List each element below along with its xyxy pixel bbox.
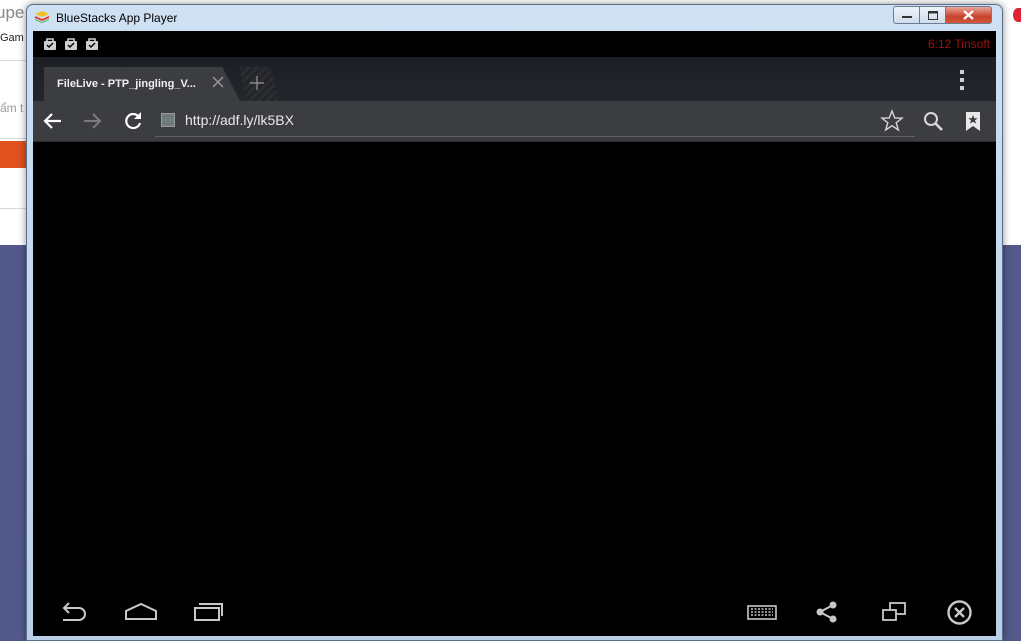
browser-tab-strip: FileLive - PTP_jingling_V... (33, 57, 996, 101)
browser-tab[interactable]: FileLive - PTP_jingling_V... (44, 67, 240, 101)
bag-icon (65, 38, 77, 50)
share-icon[interactable] (814, 599, 840, 625)
background-text-fragment: Gam (0, 32, 24, 44)
exit-icon[interactable] (946, 599, 973, 626)
close-icon (963, 10, 974, 20)
background-text-fragment: upe (0, 3, 25, 22)
bag-icon (44, 38, 56, 50)
minimize-icon (901, 16, 912, 18)
bag-icon (86, 38, 98, 50)
bluestacks-logo-icon (35, 11, 49, 23)
minimize-button[interactable] (893, 6, 920, 24)
refresh-icon[interactable] (121, 109, 145, 133)
tab-title: FileLive - PTP_jingling_V... (57, 78, 196, 90)
bluestacks-window: BlueStacks App Player 6:12 Tinsoft FileL… (26, 4, 1003, 641)
android-navigation-bar (33, 591, 996, 636)
window-resize-icon[interactable] (880, 599, 908, 625)
back-icon[interactable] (57, 599, 89, 625)
maximize-icon (927, 10, 938, 20)
window-controls (893, 6, 992, 25)
site-favicon-icon (161, 113, 175, 127)
url-input[interactable]: http://adf.ly/lk5BX (155, 105, 915, 137)
window-title: BlueStacks App Player (56, 11, 178, 25)
web-content-area[interactable] (33, 142, 996, 596)
close-tab-icon[interactable] (210, 74, 226, 90)
bookmarks-icon[interactable] (961, 109, 985, 133)
background-text-fragment: ẩm t (0, 101, 24, 115)
android-status-bar: 6:12 Tinsoft (33, 31, 996, 57)
plus-icon[interactable] (249, 75, 265, 91)
back-arrow-icon[interactable] (41, 109, 65, 133)
home-icon[interactable] (124, 599, 158, 625)
overflow-menu-icon[interactable] (958, 69, 966, 91)
star-icon[interactable] (880, 109, 904, 133)
close-button[interactable] (946, 6, 992, 24)
notification-icons (43, 37, 99, 51)
window-titlebar[interactable]: BlueStacks App Player (27, 5, 1002, 31)
search-icon[interactable] (921, 109, 945, 133)
background-edge-icon (1013, 8, 1021, 22)
browser-toolbar: http://adf.ly/lk5BX (33, 101, 996, 142)
status-clock-text: 6:12 Tinsoft (927, 37, 990, 51)
url-text: http://adf.ly/lk5BX (185, 112, 294, 128)
recent-apps-icon[interactable] (192, 599, 224, 625)
maximize-button[interactable] (920, 6, 946, 24)
keyboard-icon[interactable] (746, 599, 778, 625)
forward-arrow-icon[interactable] (80, 109, 104, 133)
android-screen: 6:12 Tinsoft FileLive - PTP_jingling_V..… (33, 31, 996, 636)
